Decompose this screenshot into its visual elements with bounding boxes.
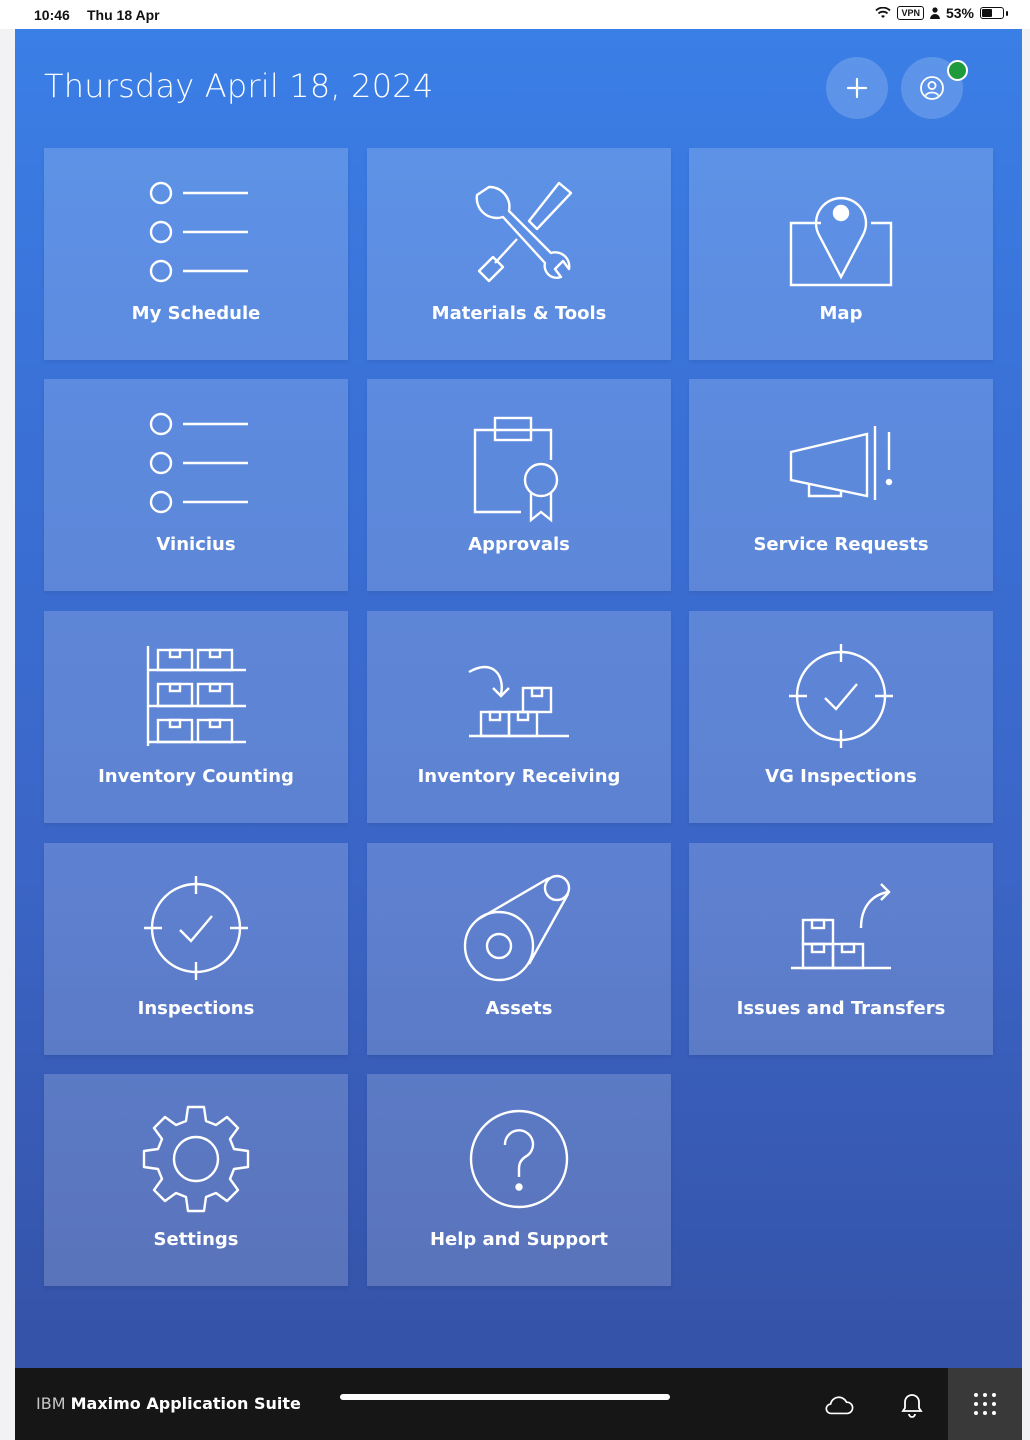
tools-icon — [475, 181, 573, 283]
map-pin-icon — [789, 197, 893, 287]
tile-label: Issues and Transfers — [736, 998, 946, 1019]
gear-icon — [142, 1105, 250, 1213]
status-time: 10:46 — [34, 7, 70, 23]
tile-inventory-receiving[interactable]: Inventory Receiving — [367, 611, 671, 823]
tile-label: My Schedule — [131, 303, 261, 324]
shelves-icon — [146, 646, 246, 746]
tile-label: Map — [819, 303, 863, 324]
help-icon — [469, 1109, 569, 1209]
user-avatar-icon — [920, 76, 944, 100]
brand-suite-name: Maximo Application Suite — [70, 1394, 301, 1413]
transfer-icon — [791, 883, 891, 970]
person-icon — [929, 7, 940, 19]
tile-label: Settings — [153, 1229, 239, 1250]
app-switcher-button[interactable] — [948, 1368, 1022, 1440]
receiving-icon — [468, 665, 569, 738]
list-icon — [149, 181, 248, 283]
wifi-icon — [875, 7, 892, 18]
tile-label: Inspections — [137, 998, 255, 1019]
tile-my-schedule[interactable]: My Schedule — [44, 148, 348, 360]
clipboard-badge-icon — [473, 416, 559, 523]
tile-help-support[interactable]: Help and Support — [367, 1074, 671, 1286]
tile-label: Vinicius — [156, 534, 236, 555]
home-indicator[interactable] — [340, 1394, 670, 1400]
tile-label: VG Inspections — [765, 766, 917, 787]
bell-icon — [901, 1394, 923, 1418]
vpn-badge: VPN — [897, 6, 924, 20]
list-icon — [149, 412, 248, 514]
tile-issues-transfers[interactable]: Issues and Transfers — [689, 843, 993, 1055]
tile-label: Inventory Receiving — [417, 766, 621, 787]
page-title: Thursday April 18, 2024 — [44, 67, 434, 105]
target-check-icon — [144, 876, 248, 980]
notifications-button[interactable] — [897, 1390, 927, 1420]
app-home: Thursday April 18, 2024 My Schedule Mate… — [15, 29, 1022, 1440]
tile-approvals[interactable]: Approvals — [367, 379, 671, 591]
target-check-icon — [789, 644, 893, 748]
tile-vg-inspections[interactable]: VG Inspections — [689, 611, 993, 823]
tile-assets[interactable]: Assets — [367, 843, 671, 1055]
cloud-icon — [825, 1396, 854, 1415]
tile-vinicius[interactable]: Vinicius — [44, 379, 348, 591]
tile-settings[interactable]: Settings — [44, 1074, 348, 1286]
plus-icon — [846, 77, 868, 99]
battery-icon — [980, 7, 1004, 19]
tile-label: Help and Support — [429, 1229, 609, 1250]
brand-name: IBM Maximo Application Suite — [36, 1394, 301, 1413]
tile-map[interactable]: Map — [689, 148, 993, 360]
status-date: Thu 18 Apr — [87, 7, 160, 23]
tile-label: Approvals — [468, 534, 570, 555]
asset-icon — [463, 874, 571, 982]
tile-materials-tools[interactable]: Materials & Tools — [367, 148, 671, 360]
megaphone-icon — [789, 426, 893, 500]
status-bar: 10:46 Thu 18 Apr VPN 53% — [0, 0, 1030, 29]
app-grid-icon — [974, 1393, 996, 1415]
tile-label: Assets — [485, 998, 553, 1019]
battery-percent: 53% — [945, 5, 974, 21]
cloud-sync-button[interactable] — [824, 1390, 854, 1420]
status-indicators: VPN 53% — [875, 5, 1008, 21]
brand-prefix: IBM — [36, 1394, 66, 1413]
tile-label: Materials & Tools — [431, 303, 607, 324]
tile-label: Inventory Counting — [98, 766, 294, 787]
add-button[interactable] — [826, 57, 888, 119]
tile-service-requests[interactable]: Service Requests — [689, 379, 993, 591]
tile-inventory-counting[interactable]: Inventory Counting — [44, 611, 348, 823]
online-status-dot — [947, 60, 968, 81]
tile-label: Service Requests — [753, 534, 929, 555]
bottom-bar: IBM Maximo Application Suite — [15, 1368, 1022, 1440]
tile-inspections[interactable]: Inspections — [44, 843, 348, 1055]
